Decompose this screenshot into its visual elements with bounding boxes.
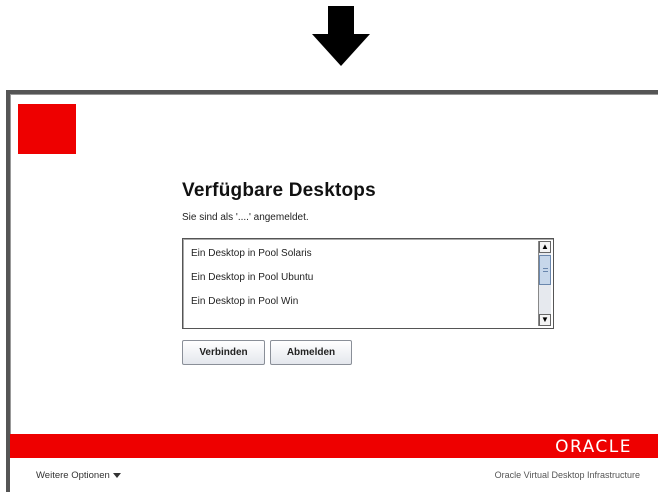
logout-button[interactable]: Abmelden [270, 340, 352, 365]
more-options-label: Weitere Optionen [36, 470, 110, 481]
scrollbar[interactable]: ▲ ▼ [538, 241, 551, 326]
page-title: Verfügbare Desktops [182, 180, 376, 201]
login-window: Verfügbare Desktops Sie sind als '....' … [6, 90, 658, 492]
oracle-logo: ORACLE [555, 437, 632, 457]
caret-down-icon [112, 473, 121, 478]
login-status: Sie sind als '....' angemeldet. [182, 212, 309, 223]
scroll-up-icon[interactable]: ▲ [539, 241, 551, 253]
list-item[interactable]: Ein Desktop in Pool Ubuntu [191, 272, 313, 283]
scroll-down-icon[interactable]: ▼ [539, 314, 551, 326]
more-options-menu[interactable]: Weitere Optionen [36, 470, 121, 481]
scroll-thumb[interactable] [539, 255, 551, 285]
connect-button[interactable]: Verbinden [182, 340, 265, 365]
arrow-down-icon [310, 6, 372, 68]
list-item[interactable]: Ein Desktop in Pool Win [191, 296, 298, 307]
footer: Weitere Optionen Oracle Virtual Desktop … [10, 458, 658, 492]
brand-square [18, 104, 76, 154]
list-item[interactable]: Ein Desktop in Pool Solaris [191, 248, 312, 259]
brand-bar: ORACLE [10, 434, 658, 458]
desktop-list[interactable]: Ein Desktop in Pool Solaris Ein Desktop … [182, 238, 554, 329]
product-name: Oracle Virtual Desktop Infrastructure [494, 470, 640, 480]
